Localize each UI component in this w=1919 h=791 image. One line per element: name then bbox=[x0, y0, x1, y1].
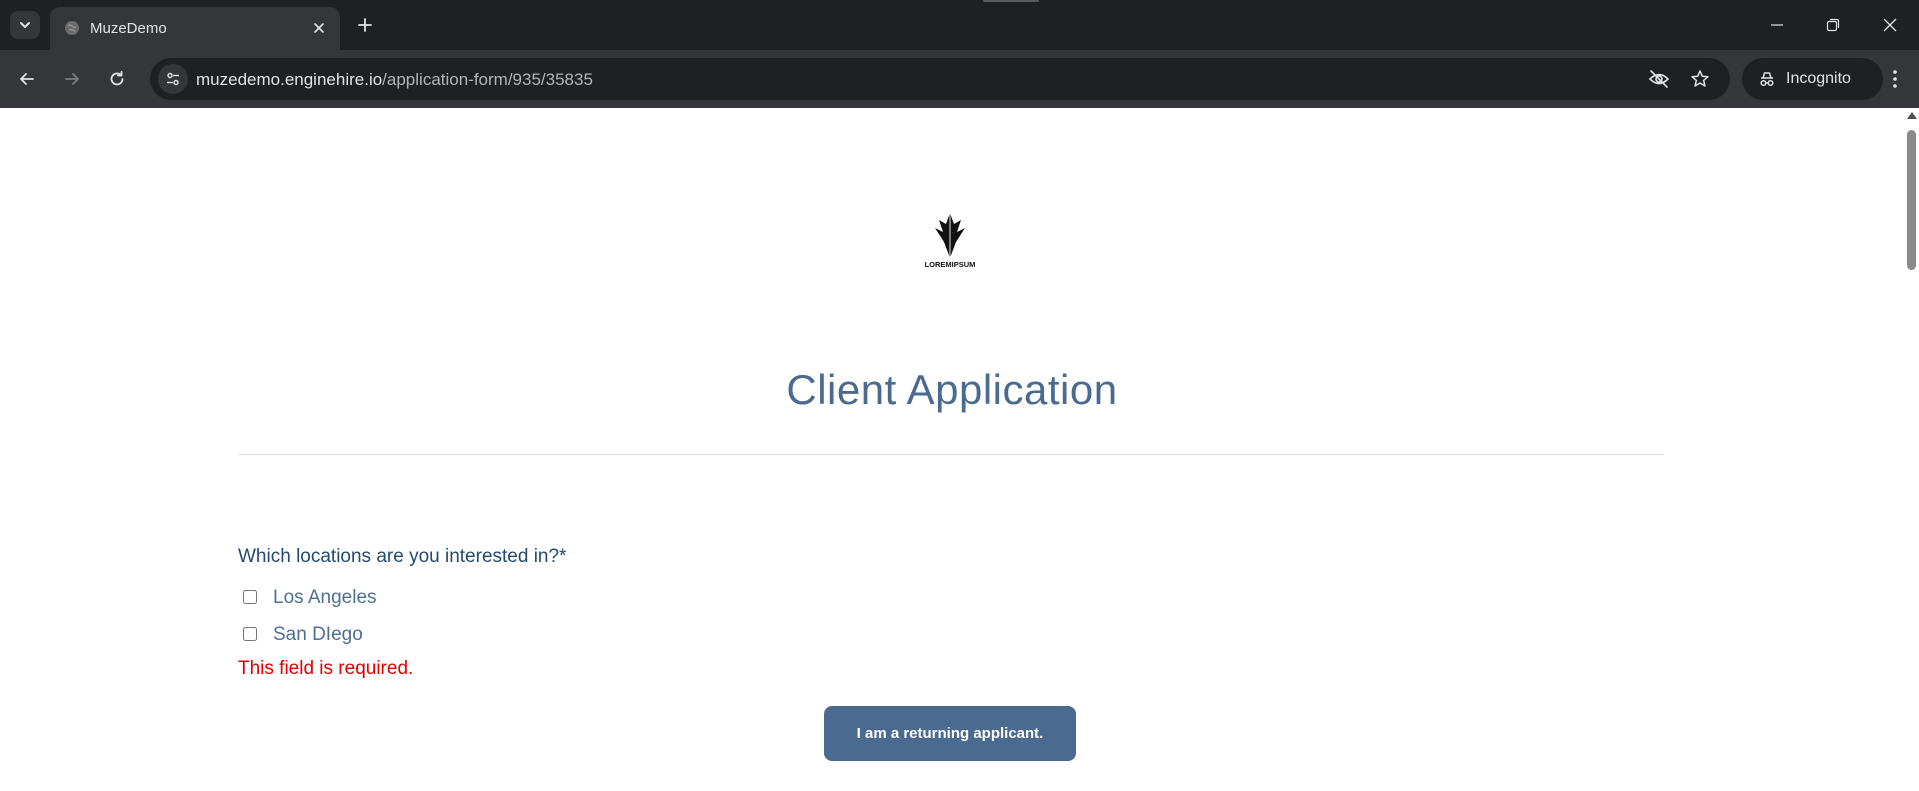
arrow-left-icon bbox=[20, 73, 34, 85]
page-scrollbar[interactable] bbox=[1904, 108, 1919, 791]
chevron-down-icon bbox=[20, 22, 30, 28]
browser-toolbar: muzedemo.enginehire.io/application-form/… bbox=[0, 50, 1919, 108]
restore-button[interactable] bbox=[1818, 10, 1848, 40]
location-checkbox-san-diego[interactable] bbox=[243, 627, 257, 641]
reload-button[interactable] bbox=[102, 64, 132, 94]
scroll-up-arrow-icon[interactable] bbox=[1907, 112, 1917, 119]
locations-question: Which locations are you interested in?* bbox=[238, 546, 567, 567]
company-logo: LOREMIPSUM bbox=[925, 213, 975, 268]
url-text: muzedemo.enginehire.io/application-form/… bbox=[196, 70, 593, 90]
close-icon bbox=[1883, 18, 1897, 32]
url-host: muzedemo.enginehire.io bbox=[196, 70, 383, 89]
required-error-message: This field is required. bbox=[238, 658, 414, 679]
title-divider bbox=[238, 454, 1664, 455]
forward-button[interactable] bbox=[57, 64, 87, 94]
location-option-label: San DIego bbox=[273, 624, 363, 645]
location-option-label: Los Angeles bbox=[273, 587, 377, 608]
tune-icon bbox=[167, 72, 179, 86]
page-title: Client Application bbox=[786, 366, 1118, 413]
back-button[interactable] bbox=[12, 64, 42, 94]
minimize-button[interactable] bbox=[1762, 10, 1792, 40]
browser-menu-button[interactable] bbox=[1880, 64, 1910, 94]
incognito-label: Incognito bbox=[1786, 70, 1851, 87]
tab-close-button[interactable] bbox=[308, 17, 330, 39]
logo-text: LOREMIPSUM bbox=[925, 260, 975, 268]
more-vert-icon bbox=[1893, 70, 1897, 88]
page-content: LOREMIPSUM Client Application Which loca… bbox=[0, 108, 1904, 791]
scroll-thumb[interactable] bbox=[1907, 130, 1916, 270]
location-option-los-angeles[interactable]: Los Angeles bbox=[243, 587, 377, 608]
restore-icon bbox=[1826, 18, 1840, 32]
star-icon bbox=[1691, 70, 1709, 87]
eye-off-icon bbox=[1648, 70, 1670, 88]
url-path: /application-form/935/35835 bbox=[382, 70, 593, 89]
incognito-icon bbox=[1760, 72, 1774, 87]
close-icon bbox=[314, 23, 324, 33]
tab-search-button[interactable] bbox=[10, 11, 40, 39]
location-option-san-diego[interactable]: San DIego bbox=[243, 624, 363, 645]
minimize-icon bbox=[1771, 24, 1783, 26]
reload-icon bbox=[110, 70, 124, 86]
returning-applicant-button[interactable]: I am a returning applicant. bbox=[824, 706, 1076, 761]
location-checkbox-los-angeles[interactable] bbox=[243, 590, 257, 604]
tracking-protection-button[interactable] bbox=[1645, 65, 1673, 93]
plus-icon bbox=[358, 18, 372, 32]
tab-strip: MuzeDemo bbox=[0, 0, 1919, 50]
address-bar[interactable]: muzedemo.enginehire.io/application-form/… bbox=[150, 58, 1730, 100]
tab-strip-indicator bbox=[983, 0, 1039, 2]
globe-icon bbox=[65, 21, 79, 35]
bookmark-button[interactable] bbox=[1686, 65, 1714, 93]
close-window-button[interactable] bbox=[1875, 10, 1905, 40]
tab-title: MuzeDemo bbox=[90, 20, 167, 37]
new-tab-button[interactable] bbox=[352, 12, 378, 38]
arrow-right-icon bbox=[65, 73, 79, 85]
site-info-button[interactable] bbox=[158, 64, 188, 94]
tab-muzedemo[interactable]: MuzeDemo bbox=[50, 7, 340, 50]
incognito-button[interactable]: Incognito bbox=[1742, 58, 1883, 100]
